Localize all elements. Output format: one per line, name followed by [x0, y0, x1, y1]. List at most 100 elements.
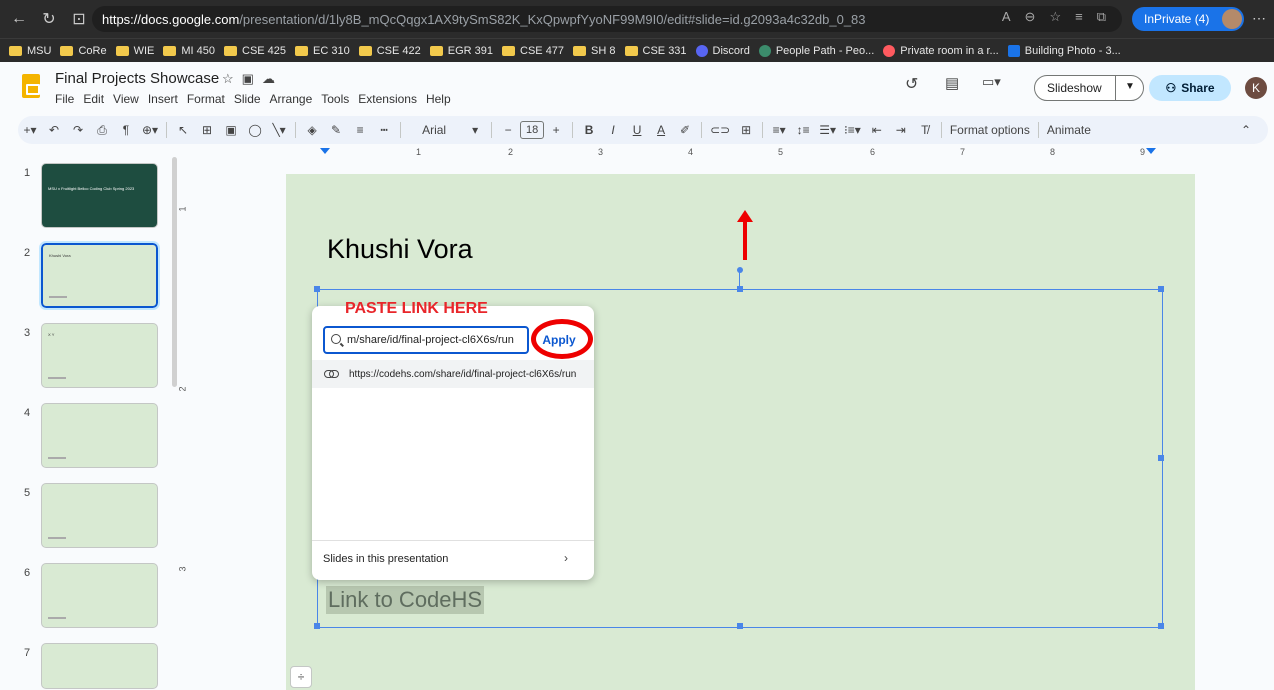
menu-format[interactable]: Format	[187, 92, 225, 106]
resize-handle[interactable]	[737, 623, 743, 629]
bookmark-egr391[interactable]: EGR 391	[429, 45, 493, 57]
inprivate-badge[interactable]: InPrivate (4)	[1132, 7, 1244, 31]
bookmark-sh8[interactable]: SH 8	[573, 45, 616, 57]
share-button[interactable]: ⚇ Share	[1149, 75, 1231, 101]
insert-comment-icon[interactable]: ⊞	[738, 119, 754, 141]
slideshow-button[interactable]: Slideshow ▼	[1034, 75, 1144, 101]
numbered-list-icon[interactable]: ⁝≡▾	[844, 119, 861, 141]
zoom-icon[interactable]: ⊖	[1025, 9, 1036, 25]
slide-title[interactable]: Khushi Vora	[327, 234, 473, 265]
slide-thumbnail-row[interactable]: 1 MSU x Fruitlight Bellco Coding Club Sp…	[0, 163, 170, 235]
fill-color-icon[interactable]: ◈	[304, 119, 320, 141]
italic-icon[interactable]: I	[605, 119, 621, 141]
favorite-icon[interactable]: ☆	[1049, 9, 1061, 25]
refresh-icon[interactable]: ↻	[38, 8, 60, 30]
move-folder-icon[interactable]: ▣	[242, 71, 262, 86]
star-icon[interactable]: ☆	[222, 71, 242, 86]
decrease-font-icon[interactable]: −	[500, 119, 516, 141]
browser-menu-icon[interactable]: ⋯	[1252, 10, 1266, 27]
filmstrip-scrollbar[interactable]	[172, 157, 177, 387]
slides-in-presentation-item[interactable]: Slides in this presentation	[323, 553, 448, 565]
chevron-down-icon[interactable]: ▾	[467, 119, 483, 141]
text-color-icon[interactable]: A	[653, 119, 669, 141]
new-slide-icon[interactable]: +▾	[22, 119, 38, 141]
document-title[interactable]: Final Projects Showcase	[55, 70, 219, 87]
menu-view[interactable]: View	[113, 92, 139, 106]
paint-format-icon[interactable]: ¶	[118, 119, 134, 141]
slide-thumbnail-row[interactable]: 5	[0, 483, 170, 555]
bookmark-msu[interactable]: MSU	[9, 45, 51, 57]
meet-icon[interactable]: ▭▾	[982, 74, 1001, 90]
zoom-icon[interactable]: ⊕▾	[142, 119, 158, 141]
right-indent-marker[interactable]	[1146, 148, 1156, 154]
border-color-icon[interactable]: ✎	[328, 119, 344, 141]
increase-indent-icon[interactable]: ⇥	[893, 119, 909, 141]
slide-thumbnail[interactable]: X Y	[41, 323, 158, 388]
bookmark-cse425[interactable]: CSE 425	[224, 45, 286, 57]
bookmark-cse422[interactable]: CSE 422	[358, 45, 421, 57]
slide-thumbnail[interactable]: MSU x Fruitlight Bellco Coding Club Spri…	[41, 163, 158, 228]
font-select[interactable]: Arial	[409, 119, 459, 141]
format-options-button[interactable]: Format options	[950, 119, 1030, 141]
slide-thumbnail[interactable]	[41, 643, 158, 689]
shape-icon[interactable]: ◯	[247, 119, 263, 141]
bold-icon[interactable]: B	[581, 119, 597, 141]
line-icon[interactable]: ╲▾	[271, 119, 287, 141]
resize-handle[interactable]	[1158, 623, 1164, 629]
menu-slide[interactable]: Slide	[234, 92, 261, 106]
slide-thumbnail-row[interactable]: 3 X Y	[0, 323, 170, 395]
highlight-icon[interactable]: ✐	[677, 119, 693, 141]
bookmark-wie[interactable]: WIE	[115, 45, 154, 57]
favorites-list-icon[interactable]: ≡	[1075, 9, 1083, 25]
bookmark-airbnb[interactable]: Private room in a r...	[883, 44, 999, 57]
resize-handle[interactable]	[737, 286, 743, 292]
slide-thumbnail[interactable]	[41, 403, 158, 468]
insert-link-icon[interactable]: ⊂⊃	[710, 119, 730, 141]
border-weight-icon[interactable]: ≡	[352, 119, 368, 141]
menu-insert[interactable]: Insert	[148, 92, 178, 106]
chevron-down-icon[interactable]: ▼	[1125, 81, 1135, 92]
slide-thumbnail[interactable]	[41, 483, 158, 548]
bookmark-building-photo[interactable]: Building Photo - 3...	[1007, 44, 1121, 57]
bookmark-mi450[interactable]: MI 450	[163, 45, 215, 57]
slide-thumbnail[interactable]	[41, 563, 158, 628]
underline-icon[interactable]: U	[629, 119, 645, 141]
bookmark-ec310[interactable]: EC 310	[295, 45, 350, 57]
slide-thumbnail-row[interactable]: 7	[0, 643, 170, 690]
menu-file[interactable]: File	[55, 92, 74, 106]
menu-edit[interactable]: Edit	[83, 92, 104, 106]
back-icon[interactable]: ←	[8, 8, 30, 30]
align-vertical-icon[interactable]: ÷	[290, 666, 312, 688]
bookmark-people-path[interactable]: People Path - Peo...	[758, 44, 874, 57]
comments-icon[interactable]: ▤	[945, 74, 959, 92]
border-dash-icon[interactable]: ┅	[376, 119, 392, 141]
menu-extensions[interactable]: Extensions	[358, 92, 417, 106]
menu-tools[interactable]: Tools	[321, 92, 349, 106]
selected-link-text[interactable]: Link to CodeHS	[326, 586, 485, 614]
image-icon[interactable]: ▣	[223, 119, 239, 141]
page-info-icon[interactable]: ⊡	[68, 8, 90, 30]
slides-logo-icon[interactable]	[22, 74, 40, 98]
bookmark-discord[interactable]: Discord	[695, 44, 750, 57]
decrease-indent-icon[interactable]: ⇤	[869, 119, 885, 141]
menu-help[interactable]: Help	[426, 92, 451, 106]
slide-thumbnail-row[interactable]: 6	[0, 563, 170, 635]
select-icon[interactable]: ↖	[175, 119, 191, 141]
slide-thumbnail-selected[interactable]: Khushi Vora	[39, 241, 160, 310]
undo-icon[interactable]: ↶	[46, 119, 62, 141]
animate-button[interactable]: Animate	[1047, 119, 1091, 141]
bookmark-cse331[interactable]: CSE 331	[624, 45, 687, 57]
collections-icon[interactable]: ⧉	[1097, 9, 1106, 25]
chevron-up-icon[interactable]: ⌃	[1238, 119, 1254, 141]
chevron-right-icon[interactable]: ›	[564, 551, 568, 565]
address-bar[interactable]: https://docs.google.com /presentation/d/…	[92, 6, 1122, 32]
redo-icon[interactable]: ↷	[70, 119, 86, 141]
slide-thumbnail-row[interactable]: 2 Khushi Vora	[0, 241, 170, 315]
bookmark-cse477[interactable]: CSE 477	[502, 45, 564, 57]
resize-handle[interactable]	[314, 286, 320, 292]
slide-thumbnail-row[interactable]: 4	[0, 403, 170, 475]
text-box-icon[interactable]: ⊞	[199, 119, 215, 141]
bookmark-core[interactable]: CoRe	[60, 45, 107, 57]
account-avatar[interactable]: K	[1245, 77, 1267, 99]
link-search-input[interactable]: m/share/id/final-project-cl6X6s/run	[323, 326, 529, 354]
